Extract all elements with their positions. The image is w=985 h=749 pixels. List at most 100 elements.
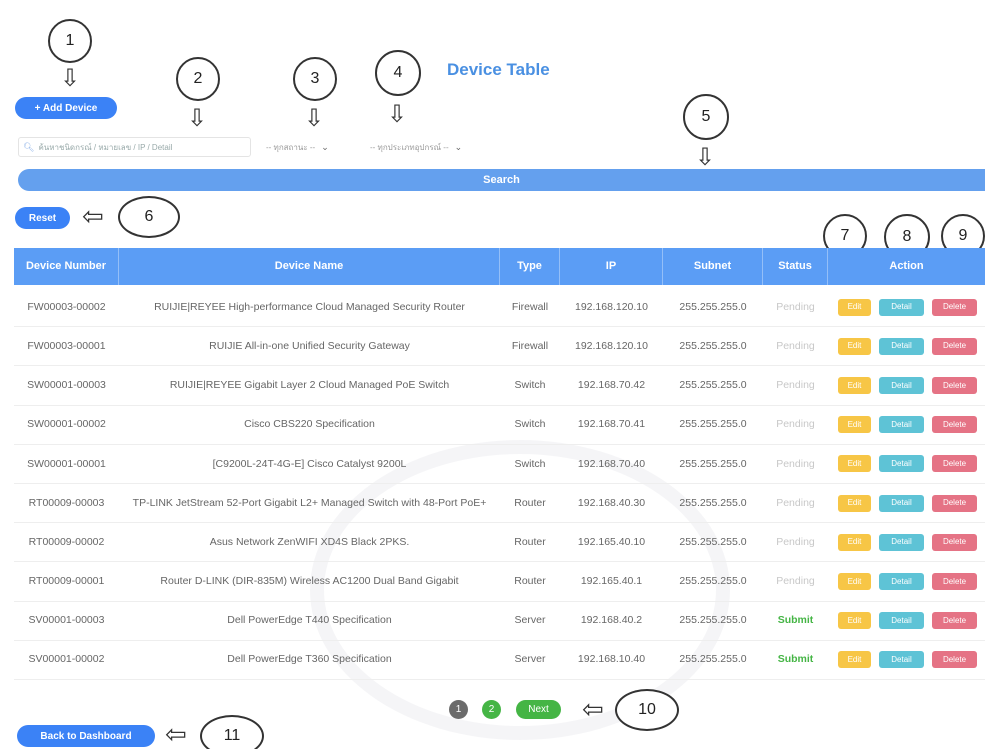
callout-5: 5: [683, 94, 729, 140]
delete-button[interactable]: Delete: [932, 612, 977, 630]
edit-button[interactable]: Edit: [838, 651, 871, 669]
device-name-cell: RUIJIE|REYEE Gigabit Layer 2 Cloud Manag…: [169, 379, 450, 392]
left-arrow-icon: ⇦: [582, 695, 604, 725]
device-status-cell: Submit: [777, 653, 814, 666]
device-status-cell: Submit: [777, 614, 814, 627]
device-ip-cell: 192.165.40.10: [577, 535, 646, 548]
detail-button[interactable]: Detail: [879, 416, 924, 434]
detail-button[interactable]: Detail: [879, 572, 924, 590]
chevron-down-icon: ⌄: [454, 141, 463, 152]
device-name-cell: TP-LINK JetStream 52-Port Gigabit L2+ Ma…: [132, 496, 487, 509]
detail-button[interactable]: Detail: [879, 651, 924, 669]
device-subnet-cell: 255.255.255.0: [679, 418, 747, 431]
device-type-cell: Router: [514, 496, 546, 509]
table-row: RT00009-00002 Asus Network ZenWIFI XD4S B…: [14, 523, 985, 563]
down-arrow-icon: ⇩: [60, 64, 81, 92]
table-row: SV00001-00002 Dell PowerEdge T360 Specifi…: [14, 641, 985, 680]
device-status-cell: Pending: [776, 535, 815, 548]
delete-button[interactable]: Delete: [932, 298, 977, 316]
delete-button[interactable]: Delete: [932, 651, 977, 669]
add-device-button[interactable]: + Add Device: [15, 97, 117, 119]
device-ip-cell: 192.168.10.40: [577, 653, 646, 666]
device-status-cell: Pending: [776, 379, 815, 392]
action-cell: Edit Detail Delete: [828, 455, 985, 473]
detail-button[interactable]: Detail: [879, 612, 924, 630]
next-page-button[interactable]: Next: [516, 700, 561, 719]
device-ip-cell: 192.165.40.1: [580, 575, 643, 588]
edit-button[interactable]: Edit: [838, 572, 871, 590]
left-arrow-icon: ⇦: [82, 202, 104, 232]
edit-button[interactable]: Edit: [838, 337, 871, 355]
device-type-cell: Switch: [514, 457, 546, 470]
back-to-dashboard-button[interactable]: Back to Dashboard: [17, 725, 155, 747]
device-number-cell: RT00009-00001: [28, 575, 105, 588]
page-2-button[interactable]: 2: [482, 700, 501, 719]
down-arrow-icon: ⇩: [187, 104, 208, 132]
delete-button[interactable]: Delete: [932, 416, 977, 434]
type-select[interactable]: -- ทุกประเภทอุปกรณ์ -- ⌄: [370, 137, 500, 157]
device-status-cell: Pending: [776, 575, 815, 588]
device-subnet-cell: 255.255.255.0: [679, 457, 747, 470]
device-number-cell: SW00001-00001: [27, 457, 106, 470]
edit-button[interactable]: Edit: [838, 533, 871, 551]
delete-button[interactable]: Delete: [932, 533, 977, 551]
header-subnet: Subnet: [663, 248, 763, 285]
callout-2: 2: [176, 57, 220, 101]
edit-button[interactable]: Edit: [838, 416, 871, 434]
edit-button[interactable]: Edit: [838, 376, 871, 394]
device-ip-cell: 192.168.120.10: [575, 300, 648, 313]
delete-button[interactable]: Delete: [932, 376, 977, 394]
delete-button[interactable]: Delete: [932, 494, 977, 512]
device-subnet-cell: 255.255.255.0: [679, 614, 747, 627]
detail-button[interactable]: Detail: [879, 298, 924, 316]
callout-3: 3: [293, 57, 337, 101]
device-type-cell: Switch: [514, 418, 546, 431]
detail-button[interactable]: Detail: [879, 494, 924, 512]
edit-button[interactable]: Edit: [838, 455, 871, 473]
delete-button[interactable]: Delete: [932, 337, 977, 355]
device-status-cell: Pending: [776, 339, 815, 352]
detail-button[interactable]: Detail: [879, 455, 924, 473]
reset-button[interactable]: Reset: [15, 207, 70, 229]
detail-button[interactable]: Detail: [879, 337, 924, 355]
detail-button[interactable]: Detail: [879, 376, 924, 394]
table-header: Device Number Device Name Type IP Subnet…: [14, 248, 985, 285]
delete-button[interactable]: Delete: [932, 455, 977, 473]
callout-1: 1: [48, 19, 92, 63]
search-input[interactable]: 🔍︎ ค้นหาชนิดกรณ์ / หมายเลข / IP / Detail: [18, 137, 251, 157]
device-number-cell: FW00003-00002: [27, 300, 106, 313]
status-select-value: -- ทุกสถานะ --: [266, 142, 316, 152]
page-title: Device Table: [447, 60, 550, 79]
table-row: SW00001-00002 Cisco CBS220 Specification S…: [14, 406, 985, 445]
device-status-cell: Pending: [776, 457, 815, 470]
device-type-cell: Router: [514, 535, 546, 548]
device-subnet-cell: 255.255.255.0: [679, 300, 747, 313]
page-1-button[interactable]: 1: [449, 700, 468, 719]
action-cell: Edit Detail Delete: [828, 416, 985, 434]
detail-button[interactable]: Detail: [879, 533, 924, 551]
device-name-cell: Dell PowerEdge T440 Specification: [227, 614, 392, 627]
device-ip-cell: 192.168.40.30: [577, 496, 646, 509]
down-arrow-icon: ⇩: [304, 104, 325, 132]
table-row: SW00001-00001 [C9200L-24T-4G-E] Cisco Cat…: [14, 445, 985, 484]
action-cell: Edit Detail Delete: [828, 612, 985, 630]
search-button[interactable]: Search: [18, 169, 985, 191]
device-type-cell: Firewall: [511, 300, 549, 313]
header-device-number: Device Number: [14, 248, 119, 285]
device-number-cell: SV00001-00003: [28, 614, 105, 627]
action-cell: Edit Detail Delete: [828, 533, 985, 551]
table-row: FW00003-00001 RUIJIE All-in-one Unified S…: [14, 327, 985, 367]
action-cell: Edit Detail Delete: [828, 337, 985, 355]
callout-4: 4: [375, 50, 421, 96]
device-name-cell: RUIJIE All-in-one Unified Security Gatew…: [209, 339, 410, 352]
device-number-cell: FW00003-00001: [27, 339, 106, 352]
edit-button[interactable]: Edit: [838, 494, 871, 512]
edit-button[interactable]: Edit: [838, 612, 871, 630]
status-select[interactable]: -- ทุกสถานะ -- ⌄: [266, 137, 358, 157]
edit-button[interactable]: Edit: [838, 298, 871, 316]
table-body: FW00003-00002 RUIJIE|REYEE High-performan…: [14, 288, 985, 680]
search-placeholder: ค้นหาชนิดกรณ์ / หมายเลข / IP / Detail: [38, 142, 173, 152]
device-name-cell: RUIJIE|REYEE High-performance Cloud Mana…: [154, 300, 465, 313]
table-row: FW00003-00002 RUIJIE|REYEE High-performan…: [14, 288, 985, 328]
delete-button[interactable]: Delete: [932, 572, 977, 590]
